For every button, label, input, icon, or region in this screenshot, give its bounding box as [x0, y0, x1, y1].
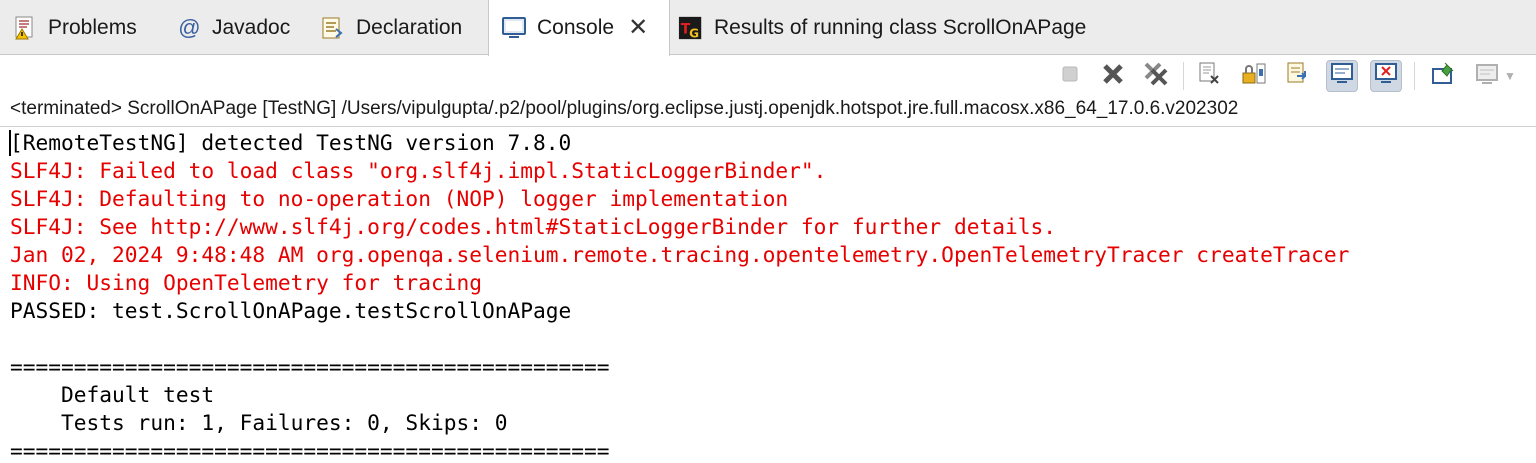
- tab-javadoc[interactable]: @ Javadoc: [176, 0, 290, 55]
- pin-console-button[interactable]: [1428, 60, 1460, 92]
- declaration-icon: [320, 15, 346, 41]
- console-line: INFO: Using OpenTelemetry for tracing: [10, 270, 482, 295]
- view-tab-bar: Problems @ Javadoc Declaration Console ✕…: [0, 0, 1536, 56]
- launch-description: <terminated> ScrollOnAPage [TestNG] /Use…: [10, 98, 1239, 119]
- problems-icon: [12, 15, 38, 41]
- show-on-stdout-button[interactable]: [1326, 60, 1358, 92]
- tab-console[interactable]: Console ✕: [488, 0, 670, 56]
- tab-label: Results of running class ScrollOnAPage: [714, 15, 1087, 39]
- terminate-button[interactable]: [1054, 60, 1086, 92]
- tab-problems[interactable]: Problems: [12, 0, 137, 55]
- tab-label: Declaration: [356, 15, 463, 39]
- console-toolbar: ▼: [0, 56, 1536, 96]
- console-line: SLF4J: Failed to load class "org.slf4j.i…: [10, 158, 827, 183]
- scroll-lock-button[interactable]: [1238, 60, 1270, 92]
- tab-label: Console: [537, 16, 615, 39]
- console-line: SLF4J: See http://www.slf4j.org/codes.ht…: [10, 214, 1056, 239]
- show-on-stdout-icon: [1329, 61, 1355, 92]
- scroll-lock-icon: [1241, 61, 1267, 92]
- remove-all-launches-icon: [1143, 61, 1169, 92]
- show-on-stderr-icon: [1373, 61, 1399, 92]
- chevron-down-icon: ▼: [1504, 69, 1516, 83]
- clear-console-button[interactable]: [1194, 60, 1226, 92]
- console-line: ========================================…: [10, 354, 610, 379]
- clear-console-icon: [1197, 61, 1223, 92]
- console-line: [RemoteTestNG] detected TestNG version 7…: [10, 130, 572, 155]
- console-line: Default test: [10, 382, 215, 407]
- console-line: Tests run: 1, Failures: 0, Skips: 0: [10, 410, 508, 435]
- console-line: PASSED: test.ScrollOnAPage.testScrollOnA…: [10, 298, 572, 323]
- remove-all-launches-button[interactable]: [1140, 60, 1172, 92]
- close-icon[interactable]: ✕: [628, 16, 648, 40]
- remove-launch-button[interactable]: [1097, 60, 1129, 92]
- pin-console-icon: [1431, 61, 1457, 92]
- tab-label: Problems: [48, 15, 137, 39]
- console-line: Jan 02, 2024 9:48:48 AM org.openqa.selen…: [10, 242, 1350, 267]
- console-icon: [501, 15, 527, 41]
- word-wrap-icon: [1285, 61, 1311, 92]
- display-console-button[interactable]: ▼: [1470, 60, 1524, 92]
- tab-label: Javadoc: [212, 15, 291, 39]
- console-line: SLF4J: Defaulting to no-operation (NOP) …: [10, 186, 789, 211]
- svg-text:G: G: [689, 26, 699, 40]
- console-line: ========================================…: [10, 438, 610, 463]
- show-on-stderr-button[interactable]: [1370, 60, 1402, 92]
- display-console-icon: [1474, 61, 1500, 92]
- tab-testng-results[interactable]: TG Results of running class ScrollOnAPag…: [678, 0, 1086, 55]
- tab-declaration[interactable]: Declaration: [320, 0, 462, 55]
- terminate-icon: [1060, 64, 1080, 89]
- at-icon: @: [177, 14, 201, 40]
- remove-launch-icon: [1100, 61, 1126, 92]
- testng-icon: TG: [678, 15, 704, 41]
- word-wrap-button[interactable]: [1282, 60, 1314, 92]
